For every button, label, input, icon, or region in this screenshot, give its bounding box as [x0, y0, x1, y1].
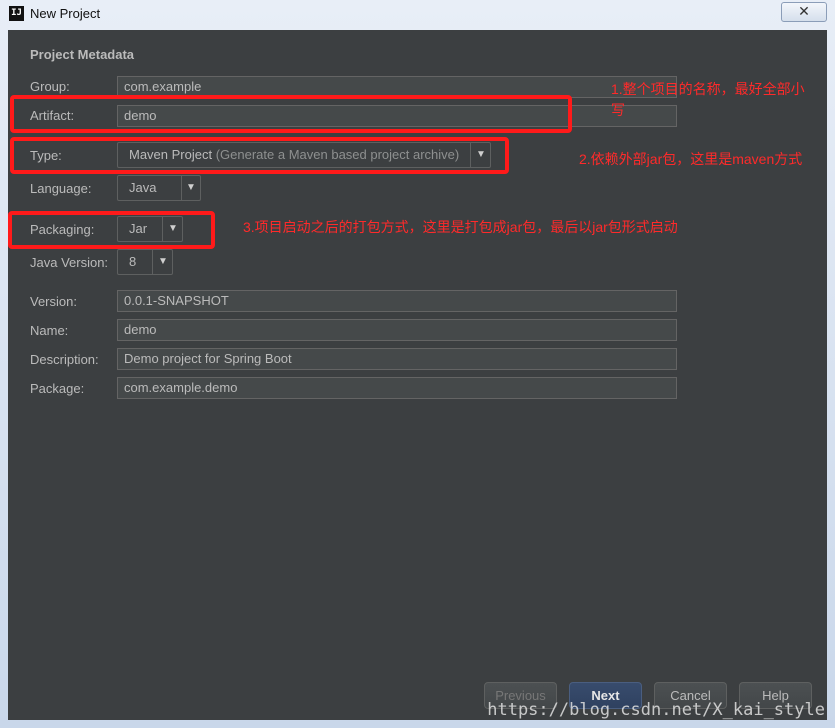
artifact-highlight-box	[10, 95, 572, 133]
close-button[interactable]: ✕	[781, 2, 827, 22]
annotation-note-1: 1.整个项目的名称，最好全部小写	[611, 81, 805, 118]
project-metadata-panel: Project Metadata Group: com.example Arti…	[8, 30, 827, 720]
new-project-window: IJ New Project ✕ Project Metadata Group:…	[0, 0, 835, 728]
version-field[interactable]: 0.0.1-SNAPSHOT	[117, 290, 677, 312]
intellij-app-icon: IJ	[9, 6, 24, 21]
java-version-value: 8	[129, 254, 137, 269]
annotation-note-2: 2.依赖外部jar包，这里是maven方式	[579, 151, 803, 167]
name-field[interactable]: demo	[117, 319, 677, 341]
name-label: Name:	[30, 323, 69, 338]
language-dropdown[interactable]: Java ▼	[117, 175, 201, 201]
package-label: Package:	[30, 381, 85, 396]
java-version-label: Java Version:	[30, 255, 109, 270]
chevron-down-icon: ▼	[186, 182, 196, 193]
watermark: https://blog.csdn.net/X_kai_style	[487, 700, 825, 720]
java-version-dropdown[interactable]: 8 ▼	[117, 249, 173, 275]
group-label: Group:	[30, 79, 70, 94]
version-label: Version:	[30, 294, 77, 309]
section-title: Project Metadata	[30, 47, 135, 62]
packaging-highlight-box	[8, 211, 215, 249]
language-label: Language:	[30, 181, 92, 196]
description-label: Description:	[30, 352, 99, 367]
title-bar: IJ New Project ✕	[0, 0, 835, 28]
description-field[interactable]: Demo project for Spring Boot	[117, 348, 677, 370]
chevron-down-icon: ▼	[158, 256, 168, 267]
language-value: Java	[129, 180, 157, 195]
window-title: New Project	[30, 6, 101, 21]
annotation-note-3: 3.项目启动之后的打包方式，这里是打包成jar包，最后以jar包形式启动	[243, 219, 678, 235]
package-field[interactable]: com.example.demo	[117, 377, 677, 399]
type-highlight-box	[10, 137, 509, 174]
